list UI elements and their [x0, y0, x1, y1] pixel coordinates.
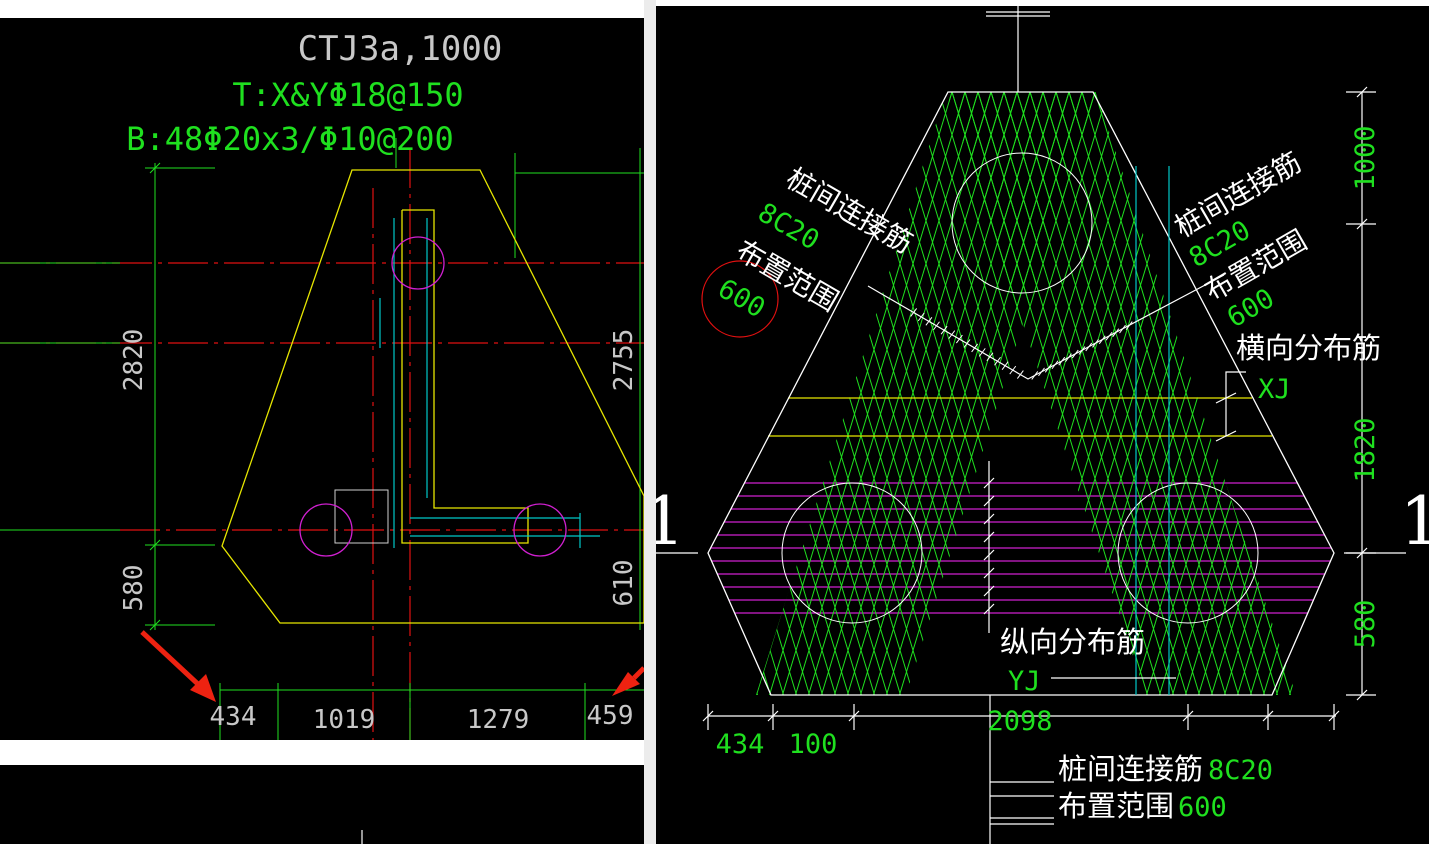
- left-cad-drawing: CTJ3a,1000 T:X&YΦ18@150 B:48Φ20x3/Φ10@20…: [0, 29, 644, 740]
- left-label-range: 600: [713, 273, 771, 324]
- longitudinal-break: [983, 461, 995, 633]
- bottom-dim-2: 1019: [313, 705, 376, 735]
- left-lower-panel: [0, 765, 644, 844]
- bottom-dim-1: 434: [210, 702, 257, 732]
- bottom-rebar-label: B:48Φ20x3/Φ10@200: [126, 120, 454, 158]
- left-cad-panel: CTJ3a,1000 T:X&YΦ18@150 B:48Φ20x3/Φ10@20…: [0, 18, 644, 740]
- green-dim-lines: [0, 138, 644, 740]
- dim-right-lower: 610: [609, 560, 639, 607]
- panel-divider: [644, 0, 656, 844]
- longitudinal-code: YJ: [1008, 666, 1041, 697]
- dim-left-upper: 2820: [119, 329, 149, 392]
- pile-circles: [299, 236, 567, 557]
- dim-right-3: 580: [1350, 600, 1381, 649]
- yellow-transverse-rebar: [768, 397, 1272, 437]
- red-axis-lines: [0, 148, 644, 740]
- left-lower-drawing: [361, 830, 363, 844]
- transverse-label: 横向分布筋: [1236, 331, 1381, 365]
- dim-bottom-3: 2098: [987, 706, 1052, 737]
- right-cad-drawing: 1 1 桩间连接筋 8C20 布置范围 600 桩间连接筋 8C20 布置范围 …: [656, 6, 1429, 844]
- dim-right-upper: 2755: [609, 329, 639, 392]
- dim-right-1: 1000: [1350, 125, 1381, 190]
- bottom-dim-4: 459: [587, 701, 634, 731]
- top-rebar-label: T:X&YΦ18@150: [232, 76, 463, 114]
- xj-leader: [1215, 371, 1246, 442]
- foundation-title: CTJ3a,1000: [298, 29, 503, 69]
- magenta-bottom-rebar: [708, 482, 1334, 614]
- column-box: [334, 489, 389, 544]
- right-cad-panel: 1 1 桩间连接筋 8C20 布置范围 600 桩间连接筋 8C20 布置范围 …: [656, 6, 1429, 844]
- note1-value: 8C20: [1208, 755, 1273, 786]
- cyan-rebar: [379, 218, 600, 548]
- note1-text: 桩间连接筋: [1058, 752, 1203, 786]
- section-mark-left: 1: [656, 483, 685, 560]
- beam-outline: [401, 209, 529, 544]
- footing-outline: [221, 169, 644, 624]
- left-label-range-group: 600: [713, 273, 771, 324]
- note2-value: 600: [1178, 792, 1227, 823]
- section-mark-right: 1: [1400, 483, 1429, 560]
- dim-right-2: 1820: [1350, 417, 1381, 482]
- dim-bottom-2: 100: [789, 729, 838, 760]
- top-axis-marker: [986, 6, 1050, 92]
- dim-bottom-1: 434: [716, 729, 765, 760]
- dim-left-lower: 580: [119, 565, 149, 612]
- transverse-code: XJ: [1258, 374, 1291, 405]
- arrow-pointer-icon: [140, 630, 216, 702]
- longitudinal-label: 纵向分布筋: [1000, 625, 1145, 659]
- bottom-dim-3: 1279: [467, 705, 530, 735]
- arrow-pointer-icon: [612, 666, 644, 696]
- note2-text: 布置范围: [1058, 789, 1174, 823]
